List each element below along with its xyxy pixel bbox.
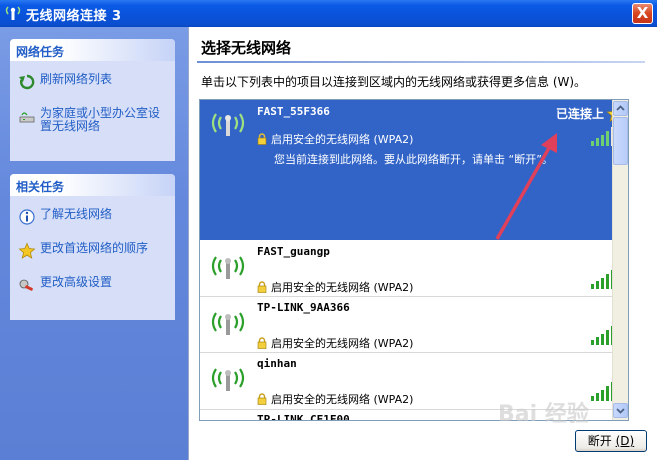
task-label: 刷新网络列表 <box>40 72 113 86</box>
related-tasks-header[interactable]: 相关任务 <box>10 174 175 196</box>
lock-icon <box>257 337 267 349</box>
task-label: 了解无线网络 <box>40 207 113 221</box>
network-tasks-header[interactable]: 网络任务 <box>10 39 175 61</box>
disconnect-button[interactable]: 断开 (D) <box>575 430 647 452</box>
network-security: 启用安全的无线网络 (WPA2) <box>257 335 413 351</box>
window-title: 无线网络连接 3 <box>26 9 122 24</box>
task-refresh-network-list[interactable]: 刷新网络列表 <box>16 72 171 90</box>
network-ssid: FAST_guangp <box>257 245 330 258</box>
settings-wrench-icon <box>19 279 33 291</box>
instruction-text: 单击以下列表中的项目以连接到区域内的无线网络或获得更多信息 (W)。 <box>201 75 587 89</box>
info-icon <box>19 209 35 225</box>
wireless-antenna-icon <box>211 368 245 391</box>
task-label: 更改首选网络的顺序 <box>40 241 149 255</box>
task-setup-wireless-network[interactable]: 为家庭或小型办公室设置无线网络 <box>16 107 171 133</box>
wireless-antenna-icon <box>211 312 245 335</box>
refresh-icon <box>19 74 35 90</box>
scroll-down-button[interactable] <box>613 403 628 418</box>
network-security: 启用安全的无线网络 (WPA2) <box>257 131 413 147</box>
lock-icon <box>257 281 267 293</box>
wireless-network-icon <box>5 6 21 20</box>
network-item-tp-link-9aa366[interactable]: TP-LINK_9AA366 启用安全的无线网络 (WPA2) <box>200 297 628 352</box>
lock-icon <box>257 393 267 405</box>
task-label: 更改高级设置 <box>40 275 113 289</box>
network-item-fast-guangp[interactable]: FAST_guangp 启用安全的无线网络 (WPA2) <box>200 241 628 296</box>
star-icon <box>18 242 36 259</box>
related-tasks-box: 相关任务 了解无线网络 更改首选网络的顺序 更改高级设置 <box>10 174 175 320</box>
task-learn-wireless[interactable]: 了解无线网络 <box>16 207 171 225</box>
task-change-preferred-order[interactable]: 更改首选网络的顺序 <box>16 241 171 259</box>
network-ssid: TP-LINK_9AA366 <box>257 301 350 314</box>
title-bar: 无线网络连接 3 X <box>0 0 657 27</box>
chevron-up-icon <box>616 105 625 111</box>
lock-icon <box>257 133 267 145</box>
scroll-up-button[interactable] <box>613 101 628 116</box>
close-button[interactable]: X <box>632 3 653 24</box>
close-icon: X <box>636 4 649 22</box>
network-ssid: TP-LINK_CE1F00 <box>257 413 350 421</box>
network-security: 启用安全的无线网络 (WPA2) <box>257 391 413 407</box>
annotation-arrow-icon <box>495 133 557 240</box>
wireless-antenna-icon <box>211 256 245 279</box>
watermark: Bai 经验 <box>498 402 589 427</box>
scroll-thumb[interactable] <box>613 117 628 165</box>
heading-divider <box>197 61 645 63</box>
network-tasks-box: 网络任务 刷新网络列表 为家庭或小型办公室设置无线网络 <box>10 39 175 161</box>
task-pane: 网络任务 刷新网络列表 为家庭或小型办公室设置无线网络 相关任务 了解无线网络 … <box>0 27 188 460</box>
connection-status: 已连接上 <box>555 107 604 121</box>
list-scrollbar[interactable] <box>612 100 628 420</box>
task-change-advanced-settings[interactable]: 更改高级设置 <box>16 276 171 292</box>
network-security: 启用安全的无线网络 (WPA2) <box>257 279 413 295</box>
wireless-antenna-icon <box>211 113 245 136</box>
page-title: 选择无线网络 <box>201 39 292 57</box>
setup-network-icon <box>19 112 35 123</box>
chevron-down-icon <box>616 408 625 414</box>
network-ssid: FAST_55F366 <box>257 105 330 118</box>
task-label: 为家庭或小型办公室设置无线网络 <box>40 106 161 133</box>
network-ssid: qinhan <box>257 357 297 370</box>
